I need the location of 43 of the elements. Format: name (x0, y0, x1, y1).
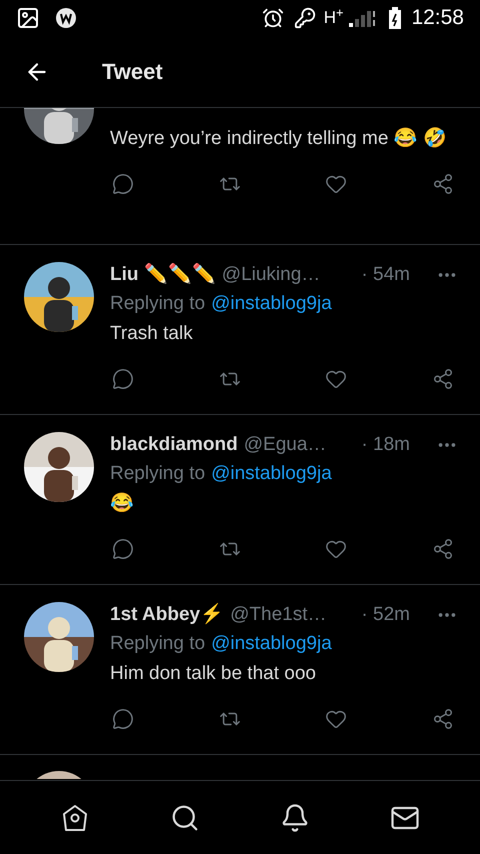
mention-link[interactable]: @instablog9ja (211, 628, 332, 660)
like-icon[interactable] (325, 368, 348, 390)
replying-label: Replying to (110, 632, 206, 656)
user-handle: @The1st… (230, 602, 326, 627)
share-icon[interactable] (432, 173, 454, 195)
key-icon (294, 7, 316, 29)
network-type: H$^{+}$ (324, 5, 344, 30)
reply-icon[interactable] (112, 368, 134, 390)
signal-icon (347, 8, 378, 28)
share-icon[interactable] (432, 368, 454, 390)
search-icon[interactable] (170, 802, 200, 832)
user-handle: @Egua… (244, 432, 326, 457)
battery-icon (389, 7, 402, 29)
reply-icon[interactable] (112, 708, 134, 730)
like-icon[interactable] (325, 173, 348, 195)
replying-label: Replying to (110, 462, 206, 486)
user-name[interactable]: Liu ✏✏✏ (110, 260, 216, 290)
mention-link[interactable]: @instablog9ja (211, 458, 332, 490)
tweet-text: Trash talk (110, 322, 194, 346)
user-name[interactable]: 1st Abbey⚡ (110, 600, 224, 630)
user-name[interactable]: blackdiamond (110, 430, 238, 460)
share-icon[interactable] (432, 538, 454, 560)
image-icon (16, 6, 40, 30)
like-icon[interactable] (325, 538, 348, 560)
mention-link[interactable]: @instablog9ja (211, 288, 332, 320)
clock-time: 12:58 (411, 5, 464, 32)
tweet-text: Him don talk be that ooo (110, 662, 317, 686)
share-icon[interactable] (432, 708, 454, 730)
page-title: Tweet (102, 58, 163, 86)
bell-icon[interactable] (280, 802, 310, 832)
user-handle: @Liuking… (222, 262, 320, 287)
tweet-text: Weyre you’re indirectly telling me 😂 🤣 (110, 126, 448, 151)
replying-label: Replying to (110, 292, 206, 316)
app-badge-icon (54, 6, 78, 30)
tweet-time: · 54m (361, 262, 410, 287)
alarm-icon (262, 7, 284, 29)
tweet-text: 😂 (110, 492, 135, 516)
tweet-time: · 18m (361, 432, 410, 457)
reply-icon[interactable] (112, 538, 134, 560)
home-icon[interactable] (60, 802, 90, 832)
reply-icon[interactable] (112, 173, 134, 195)
tweet-time: · 52m (361, 602, 410, 627)
like-icon[interactable] (325, 708, 348, 730)
